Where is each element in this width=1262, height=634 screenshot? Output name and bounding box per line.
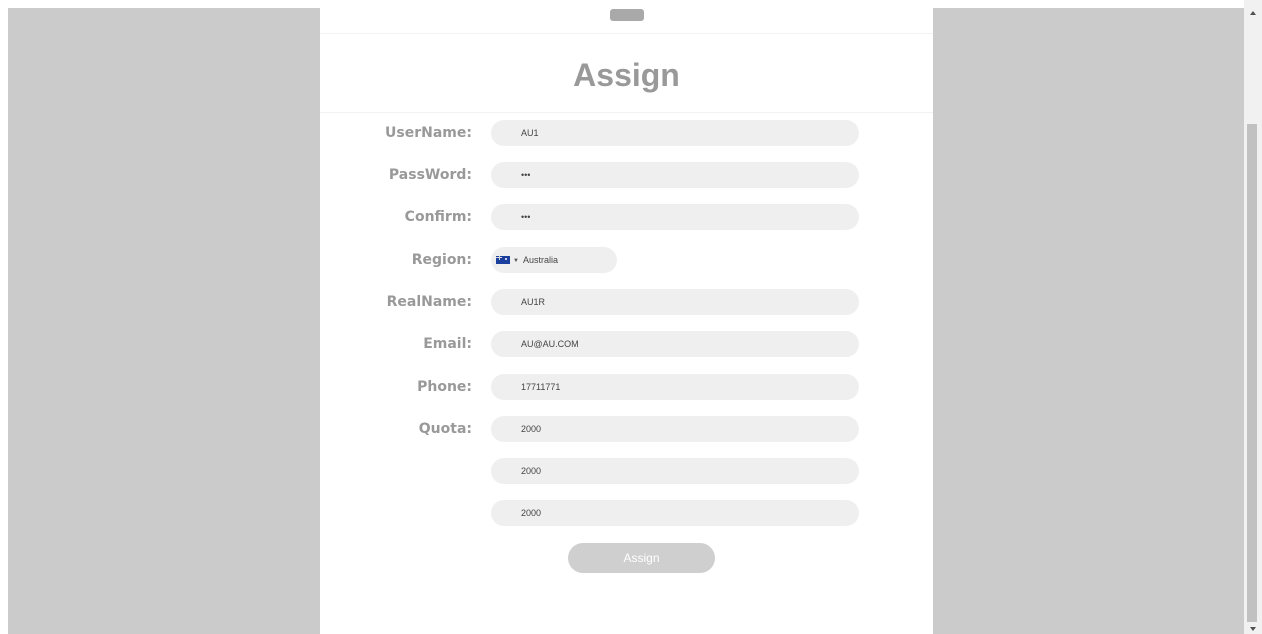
realname-field[interactable]: AU1R (491, 289, 859, 315)
username-field[interactable]: AU1 (491, 120, 859, 146)
username-label: UserName: (385, 125, 472, 141)
caret-down-icon[interactable]: ▼ (513, 248, 519, 274)
assign-button[interactable]: Assign (568, 543, 715, 573)
scrollbar-thumb[interactable] (1247, 124, 1257, 622)
phone-field[interactable]: 17711771 (491, 374, 859, 400)
quota-label: Quota: (418, 421, 472, 437)
assign-panel: Assign UserName: AU1 PassWord: ••• Confi… (320, 0, 933, 634)
region-label: Region: (411, 252, 472, 268)
scroll-up-icon[interactable] (1250, 11, 1256, 15)
phone-label: Phone: (417, 379, 472, 395)
confirm-label: Confirm: (404, 209, 472, 225)
region-select[interactable]: ▼ Australia (491, 247, 617, 273)
password-field[interactable]: ••• (491, 162, 859, 188)
confirm-password-field[interactable]: ••• (491, 204, 859, 230)
scroll-down-icon[interactable] (1250, 627, 1256, 631)
header-divider-bottom (320, 112, 933, 113)
email-field[interactable]: AU@AU.COM (491, 331, 859, 357)
realname-label: RealName: (386, 294, 472, 310)
password-label: PassWord: (388, 167, 472, 183)
quota-field-3[interactable]: 2000 (491, 500, 859, 526)
header-divider-top (320, 33, 933, 34)
quota-field-1[interactable]: 2000 (491, 416, 859, 442)
page-title: Assign (573, 57, 680, 93)
email-label: Email: (423, 336, 472, 352)
region-value: Australia (522, 255, 558, 265)
australia-flag-icon (496, 255, 510, 264)
vertical-scrollbar[interactable] (1244, 0, 1262, 634)
top-handle[interactable] (610, 9, 644, 21)
quota-field-2[interactable]: 2000 (491, 458, 859, 484)
